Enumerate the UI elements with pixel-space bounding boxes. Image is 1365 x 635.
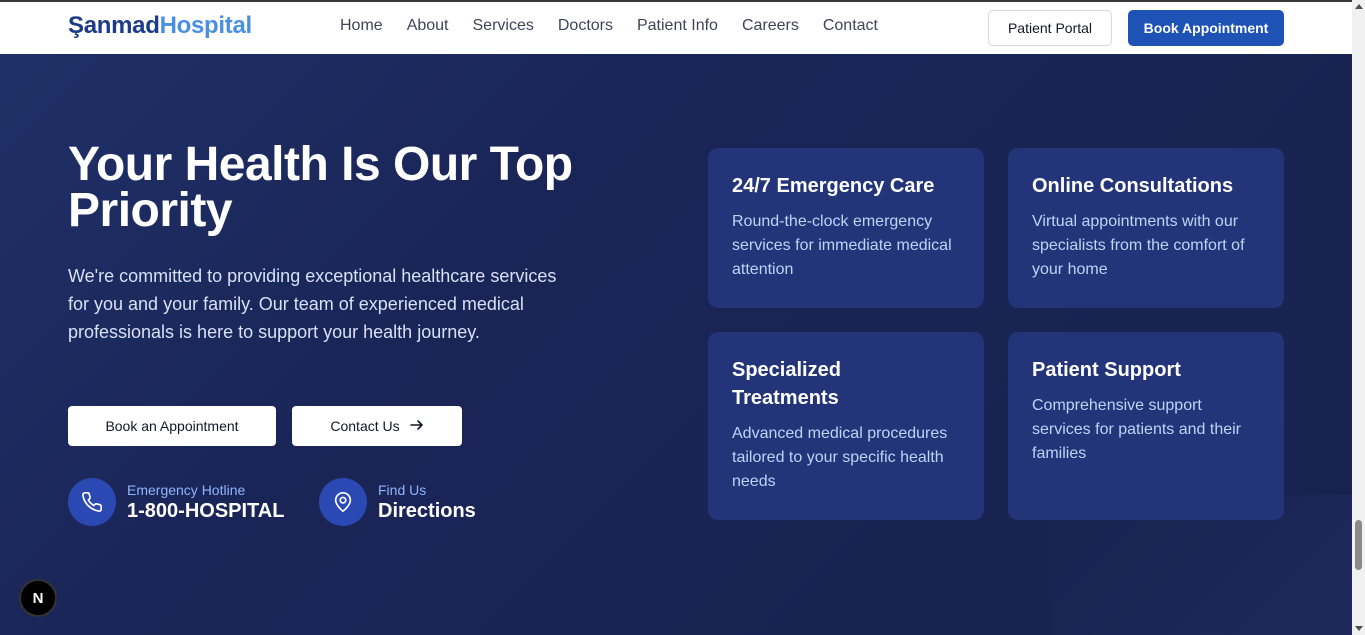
nav-doctors[interactable]: Doctors — [558, 17, 613, 35]
card-text: Round-the-clock emergency services for i… — [732, 213, 952, 278]
directions-link: Directions — [378, 499, 476, 522]
card-emergency-care: 24/7 Emergency Care Round-the-clock emer… — [708, 148, 984, 308]
main-nav: Home About Services Doctors Patient Info… — [340, 17, 878, 35]
card-specialized-treatments: Specialized Treatments Advanced medical … — [708, 332, 984, 520]
card-patient-support: Patient Support Comprehensive support se… — [1008, 332, 1284, 520]
emergency-hotline[interactable]: Emergency Hotline 1-800-HOSPITAL — [68, 478, 284, 526]
nav-about[interactable]: About — [407, 17, 449, 35]
hero-description: We're committed to providing exceptional… — [68, 266, 557, 342]
hero-title: Your Health Is Our Top Priority — [68, 138, 573, 237]
hero-section: Your Health Is Our Top Priority We're co… — [0, 54, 1352, 635]
map-pin-icon — [319, 478, 367, 526]
card-text: Comprehensive support services for patie… — [1032, 397, 1241, 462]
nav-patient-info[interactable]: Patient Info — [637, 17, 718, 35]
nav-services[interactable]: Services — [473, 17, 534, 35]
nav-contact[interactable]: Contact — [823, 17, 878, 35]
scroll-up-arrow-icon[interactable] — [1355, 4, 1363, 9]
card-title: Patient Support — [1032, 359, 1181, 381]
card-text: Advanced medical procedures tailored to … — [732, 425, 948, 490]
nav-careers[interactable]: Careers — [742, 17, 799, 35]
hotline-label: Emergency Hotline — [127, 481, 246, 498]
card-title: Specialized Treatments — [732, 359, 841, 409]
logo-text-primary: Şanmad — [68, 12, 160, 39]
find-us-directions[interactable]: Find Us Directions — [319, 478, 476, 526]
card-online-consultations: Online Consultations Virtual appointment… — [1008, 148, 1284, 308]
find-us-label: Find Us — [378, 481, 427, 498]
book-an-appointment-button[interactable]: Book an Appointment — [68, 406, 276, 446]
book-appointment-button[interactable]: Book Appointment — [1128, 10, 1284, 46]
scrollbar-thumb[interactable] — [1355, 520, 1362, 570]
nav-home[interactable]: Home — [340, 17, 383, 35]
site-logo[interactable]: ŞanmadHospital — [68, 12, 252, 40]
contact-us-button[interactable]: Contact Us — [292, 406, 462, 446]
patient-portal-button[interactable]: Patient Portal — [988, 10, 1112, 46]
site-header: ŞanmadHospital Home About Services Docto… — [0, 0, 1352, 54]
phone-icon — [68, 478, 116, 526]
card-text: Virtual appointments with our specialist… — [1032, 213, 1245, 278]
logo-text-secondary: Hospital — [159, 12, 253, 39]
dev-tools-badge[interactable]: N — [19, 579, 57, 617]
arrow-right-icon — [409, 418, 424, 435]
contact-us-label: Contact Us — [330, 418, 400, 434]
page-scrollbar[interactable] — [1352, 0, 1365, 635]
hotline-number: 1-800-HOSPITAL — [127, 499, 285, 522]
scroll-down-arrow-icon[interactable] — [1355, 626, 1363, 631]
card-title: 24/7 Emergency Care — [732, 175, 935, 197]
card-title: Online Consultations — [1032, 175, 1234, 197]
